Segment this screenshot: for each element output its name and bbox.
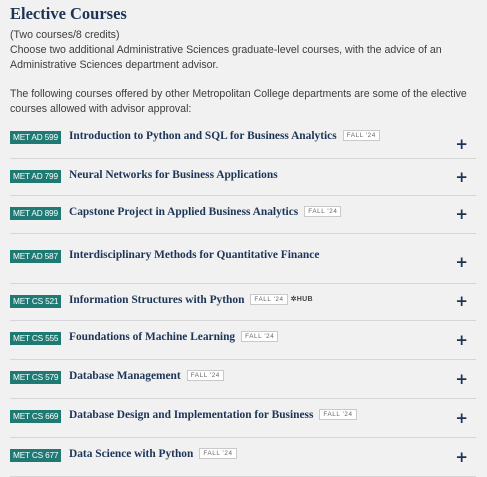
plus-icon[interactable]: + bbox=[455, 333, 468, 348]
course-title: Database Management FALL '24 bbox=[69, 369, 224, 382]
course-title-text: Introduction to Python and SQL for Busin… bbox=[69, 130, 337, 142]
course-code-badge: MET CS 677 bbox=[10, 449, 62, 462]
plus-icon[interactable]: + bbox=[455, 207, 468, 222]
course-row[interactable]: MET CS 555 Foundations of Machine Learni… bbox=[10, 321, 476, 360]
advisor-note: Choose two additional Administrative Sci… bbox=[10, 44, 442, 71]
course-title: Database Design and Implementation for B… bbox=[69, 408, 357, 421]
course-title-text: Database Management bbox=[69, 370, 181, 382]
course-title-text: Foundations of Machine Learning bbox=[69, 331, 236, 343]
course-title: Information Structures with Python FALL '… bbox=[69, 293, 313, 306]
course-title-text: Data Science with Python bbox=[69, 448, 194, 460]
course-code-badge: MET CS 579 bbox=[10, 371, 62, 384]
course-row[interactable]: MET AD 899 Capstone Project in Applied B… bbox=[10, 196, 476, 234]
course-row[interactable]: MET AD 799 Neural Networks for Business … bbox=[10, 159, 476, 196]
course-title: Interdisciplinary Methods for Quantitati… bbox=[69, 249, 319, 261]
term-badge: FALL '24 bbox=[342, 129, 380, 141]
course-title-text: Information Structures with Python bbox=[69, 294, 245, 306]
course-code-badge: MET AD 799 bbox=[10, 170, 61, 183]
course-title: Foundations of Machine Learning FALL '24 bbox=[69, 330, 279, 343]
course-title: Data Science with Python FALL '24 bbox=[69, 447, 237, 460]
plus-icon[interactable]: + bbox=[455, 255, 468, 270]
course-row[interactable]: MET CS 677 Data Science with Python FALL … bbox=[10, 438, 476, 477]
course-row[interactable]: MET CS 521 Information Structures with P… bbox=[10, 284, 476, 321]
course-row[interactable]: MET CS 579 Database Management FALL '24 + bbox=[10, 360, 476, 399]
term-badge: FALL '24 bbox=[199, 447, 237, 459]
plus-icon[interactable]: + bbox=[455, 170, 468, 185]
credits-note: (Two courses/8 credits) bbox=[10, 29, 120, 41]
course-row[interactable]: MET CS 669 Database Design and Implement… bbox=[10, 399, 476, 438]
plus-icon[interactable]: + bbox=[455, 294, 468, 309]
course-code-badge: MET AD 899 bbox=[10, 207, 61, 220]
term-badge: FALL '24 bbox=[250, 293, 288, 305]
section-title: Elective Courses bbox=[10, 4, 127, 23]
other-departments-note: The following courses offered by other M… bbox=[10, 88, 467, 115]
term-badge: FALL '24 bbox=[241, 330, 279, 342]
course-title: Introduction to Python and SQL for Busin… bbox=[69, 129, 380, 142]
course-code-badge: MET CS 521 bbox=[10, 295, 62, 308]
term-badge: FALL '24 bbox=[186, 369, 224, 381]
course-title-text: Database Design and Implementation for B… bbox=[69, 409, 314, 421]
course-code-badge: MET AD 587 bbox=[10, 250, 61, 263]
section-intro: (Two courses/8 credits) Choose two addit… bbox=[10, 28, 476, 117]
course-title-text: Capstone Project in Applied Business Ana… bbox=[69, 206, 299, 218]
course-code-badge: MET CS 669 bbox=[10, 410, 62, 423]
hub-badge: ✲HUB bbox=[290, 296, 313, 304]
plus-icon[interactable]: + bbox=[455, 372, 468, 387]
course-code-badge: MET AD 599 bbox=[10, 131, 61, 144]
plus-icon[interactable]: + bbox=[455, 411, 468, 426]
plus-icon[interactable]: + bbox=[455, 450, 468, 465]
course-title-text: Interdisciplinary Methods for Quantitati… bbox=[69, 249, 320, 261]
course-row[interactable]: MET AD 587 Interdisciplinary Methods for… bbox=[10, 234, 476, 284]
course-title: Capstone Project in Applied Business Ana… bbox=[69, 205, 342, 218]
plus-icon[interactable]: + bbox=[455, 137, 468, 152]
term-badge: FALL '24 bbox=[304, 205, 342, 217]
course-row[interactable]: MET AD 599 Introduction to Python and SQ… bbox=[10, 120, 476, 159]
course-list: MET AD 599 Introduction to Python and SQ… bbox=[10, 120, 476, 477]
term-badge: FALL '24 bbox=[319, 408, 357, 420]
course-title: Neural Networks for Business Application… bbox=[69, 169, 278, 181]
course-code-badge: MET CS 555 bbox=[10, 332, 62, 345]
course-title-text: Neural Networks for Business Application… bbox=[69, 169, 278, 181]
